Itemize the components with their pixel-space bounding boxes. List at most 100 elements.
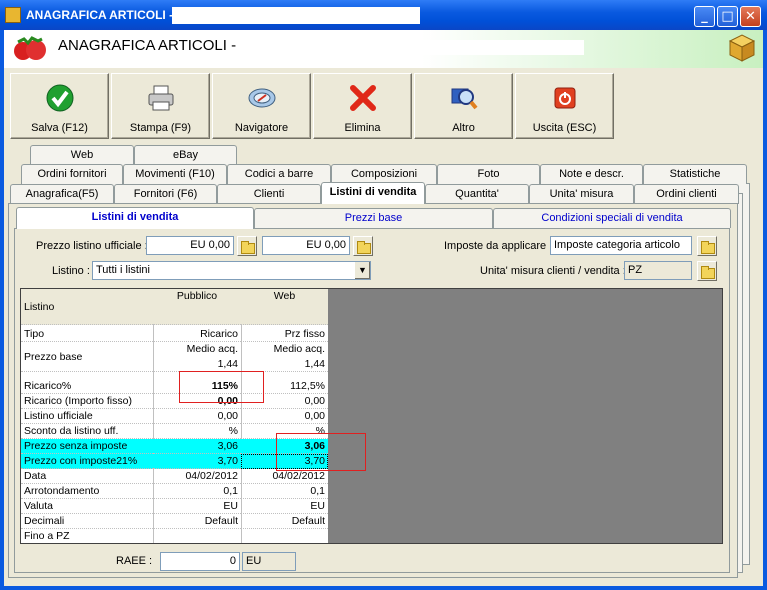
cell-pubblico-arrotondamento[interactable]: 0,1 <box>153 484 241 499</box>
save-button[interactable]: Salva (F12) <box>10 73 109 139</box>
exit-button[interactable]: Uscita (ESC) <box>515 73 614 139</box>
other-label: Altro <box>452 122 475 134</box>
navigator-label: Navigatore <box>234 122 289 134</box>
prezzo-listino-field-2[interactable]: EU 0,00 <box>262 236 350 255</box>
header-redaction <box>254 40 584 55</box>
tab-clienti[interactable]: Clienti <box>217 184 321 204</box>
row-label-decimali: Decimali <box>21 514 153 529</box>
tab-statistiche[interactable]: Statistiche <box>643 164 747 184</box>
row-label-listino-ufficiale: Listino ufficiale <box>21 409 153 424</box>
chevron-down-icon[interactable]: ▼ <box>354 262 370 279</box>
delete-button[interactable]: Elimina <box>313 73 412 139</box>
subtab-condizioni-speciali[interactable]: Condizioni speciali di vendita <box>493 208 731 228</box>
cell-web-valuta[interactable]: EU <box>241 499 328 514</box>
cell-pubblico-sconto[interactable]: % <box>153 424 241 439</box>
cell-pubblico-listino-ufficiale[interactable]: 0,00 <box>153 409 241 424</box>
maximize-button[interactable]: □ <box>717 6 738 27</box>
window-title: ANAGRAFICA ARTICOLI - <box>26 8 174 22</box>
strawberry-icon <box>14 36 46 60</box>
cell-web-fino-a-pz[interactable] <box>241 529 328 544</box>
printer-icon <box>148 85 174 111</box>
tab-unita-misura[interactable]: Unita' misura <box>529 184 634 204</box>
cell-web-tipo[interactable]: Prz fisso <box>241 327 328 342</box>
tab-note[interactable]: Note e descr. <box>540 164 643 184</box>
cell-pubblico-tipo[interactable]: Ricarico <box>153 327 241 342</box>
subtab-listini-vendita[interactable]: Listini di vendita <box>16 207 254 229</box>
folder-icon[interactable] <box>697 261 717 281</box>
cell-pubblico-prezzo-con-imposte[interactable]: 3,70 <box>153 454 241 469</box>
header-banner: ANAGRAFICA ARTICOLI - <box>4 30 763 68</box>
cell-pubblico-data[interactable]: 04/02/2012 <box>153 469 241 484</box>
row-label-ricarico-fisso: Ricarico (Importo fisso) <box>21 394 153 409</box>
raee-unit: EU <box>242 552 296 571</box>
compass-icon <box>248 88 276 108</box>
print-button[interactable]: Stampa (F9) <box>111 73 210 139</box>
cell-pubblico-prezzo-base-value[interactable]: 1,44 <box>153 357 241 372</box>
delete-label: Elimina <box>344 122 381 134</box>
row-label-ricarico: Ricarico% <box>21 379 153 394</box>
checkmark-icon <box>46 84 74 112</box>
listini-grid[interactable]: Listino Pubblico Web Tipo Ricarico Prz f… <box>20 288 723 544</box>
folder-icon[interactable] <box>237 236 257 256</box>
cell-pubblico-prezzo-base[interactable]: Medio acq. <box>153 342 241 357</box>
listino-select[interactable]: Tutti i listini ▼ <box>92 261 371 280</box>
prezzo-listino-field-1[interactable]: EU 0,00 <box>146 236 234 255</box>
subtab-prezzi-base[interactable]: Prezzi base <box>254 208 493 228</box>
cell-web-prezzo-base[interactable]: Medio acq. <box>241 342 328 357</box>
row-label-tipo: Tipo <box>21 327 153 342</box>
save-label: Salva (F12) <box>31 122 88 134</box>
annotation-box-prezzo <box>276 433 366 471</box>
title-redaction <box>172 7 420 24</box>
delete-x-icon <box>350 85 376 111</box>
cell-web-data[interactable]: 04/02/2012 <box>241 469 328 484</box>
row-label-prezzo-con-imposte: Prezzo con imposte21% <box>21 454 153 469</box>
imposte-field[interactable]: Imposte categoria articolo <box>550 236 692 255</box>
raee-label: RAEE : <box>116 555 153 567</box>
listino-label: Listino : <box>52 265 90 277</box>
cell-web-prezzo-base-value[interactable]: 1,44 <box>241 357 328 372</box>
um-label: Unita' misura clienti / vendita : <box>480 265 626 277</box>
close-button[interactable]: ✕ <box>740 6 761 27</box>
cell-pubblico-prezzo-senza-imposte[interactable]: 3,06 <box>153 439 241 454</box>
cell-pubblico-decimali[interactable]: Default <box>153 514 241 529</box>
prezzo-listino-label: Prezzo listino ufficiale : <box>36 240 148 252</box>
listino-select-value: Tutti i listini <box>96 264 150 276</box>
navigator-button[interactable]: Navigatore <box>212 73 311 139</box>
cell-web-decimali[interactable]: Default <box>241 514 328 529</box>
cell-web-arrotondamento[interactable]: 0,1 <box>241 484 328 499</box>
tab-fornitori[interactable]: Fornitori (F6) <box>114 184 217 204</box>
power-icon <box>554 87 576 109</box>
cell-pubblico-valuta[interactable]: EU <box>153 499 241 514</box>
tab-foto[interactable]: Foto <box>437 164 540 184</box>
cell-web-listino-ufficiale[interactable]: 0,00 <box>241 409 328 424</box>
row-label-prezzo-base: Prezzo base <box>21 342 153 372</box>
annotation-box-ricarico <box>179 371 264 403</box>
cell-pubblico-fino-a-pz[interactable] <box>153 529 241 544</box>
row-label-valuta: Valuta <box>21 499 153 514</box>
tab-listini-vendita[interactable]: Listini di vendita <box>321 182 425 204</box>
tab-codici-barre[interactable]: Codici a barre <box>227 164 331 184</box>
folder-icon[interactable] <box>353 236 373 256</box>
imposte-label: Imposte da applicare : <box>444 240 553 252</box>
minimize-button[interactable]: _ <box>694 6 715 27</box>
other-button[interactable]: Altro <box>414 73 513 139</box>
print-label: Stampa (F9) <box>129 122 192 134</box>
grid-header-web[interactable]: Web <box>241 289 328 325</box>
magnifier-icon <box>451 88 478 110</box>
grid-header-pubblico[interactable]: Pubblico <box>153 289 241 325</box>
folder-icon[interactable] <box>697 236 717 256</box>
tab-movimenti[interactable]: Movimenti (F10) <box>123 164 227 184</box>
tab-ordini-clienti[interactable]: Ordini clienti <box>634 184 739 204</box>
tab-ebay[interactable]: eBay <box>134 145 237 165</box>
grid-header-label: Listino <box>21 289 153 325</box>
um-field[interactable]: PZ <box>624 261 692 280</box>
tab-anagrafica[interactable]: Anagrafica(F5) <box>10 184 114 204</box>
page-title: ANAGRAFICA ARTICOLI - <box>58 37 237 54</box>
raee-field[interactable]: 0 <box>160 552 240 571</box>
tab-quantita[interactable]: Quantita' <box>425 184 529 204</box>
title-bar[interactable]: ANAGRAFICA ARTICOLI - _ □ ✕ <box>0 0 767 30</box>
tab-web[interactable]: Web <box>30 145 134 165</box>
tab-ordini-fornitori[interactable]: Ordini fornitori <box>21 164 123 184</box>
app-icon <box>5 7 21 23</box>
tab-composizioni[interactable]: Composizioni <box>331 164 437 184</box>
